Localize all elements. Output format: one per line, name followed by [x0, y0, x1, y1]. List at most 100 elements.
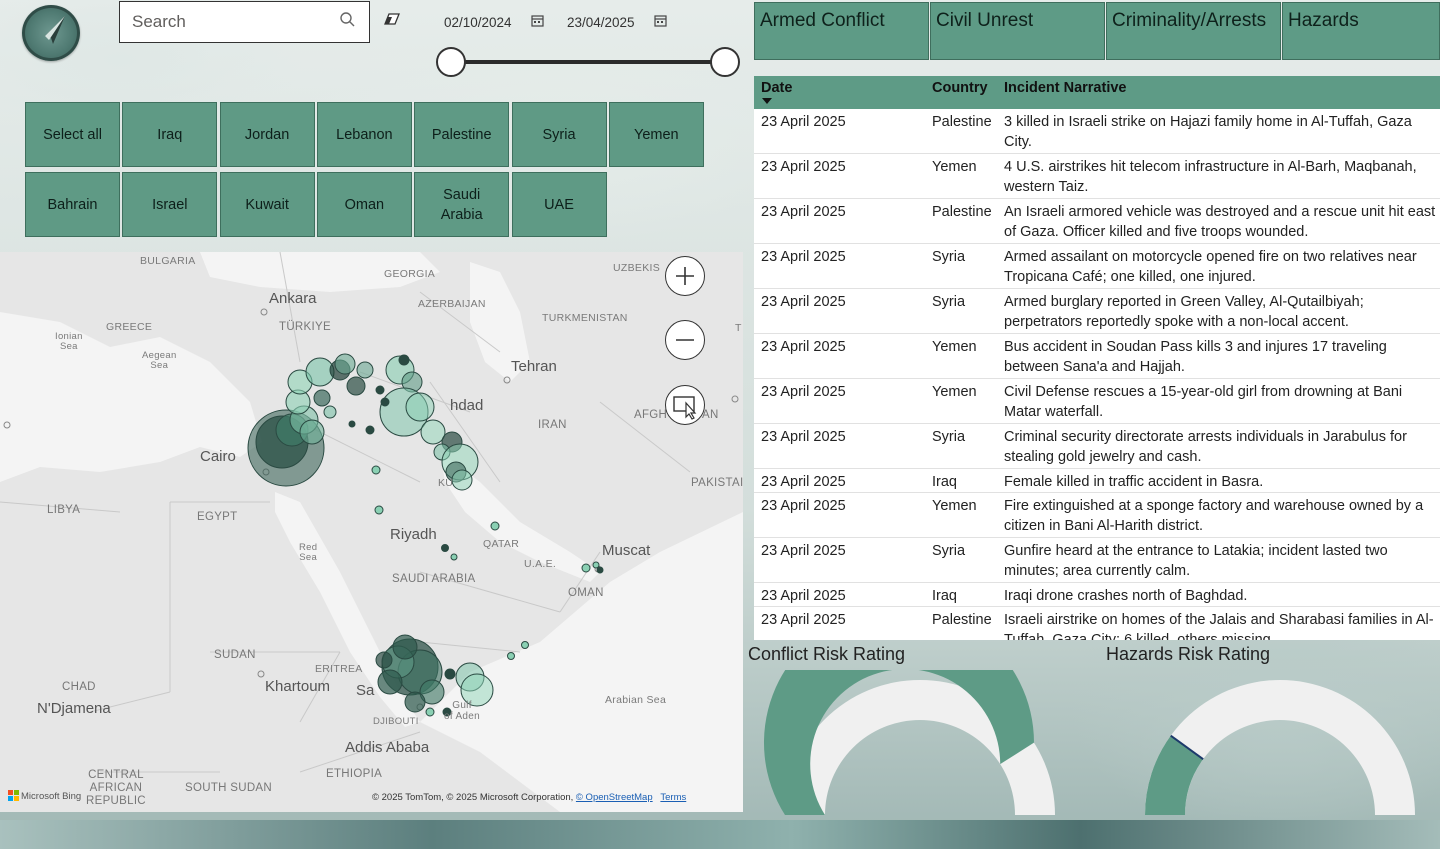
- start-date-input[interactable]: 02/10/2024: [444, 12, 512, 34]
- table-row[interactable]: 23 April 2025 Yemen Fire extinguished at a…: [754, 493, 1440, 538]
- column-header-narrative[interactable]: Incident Narrative: [1004, 80, 1127, 96]
- map-label: KU: [438, 477, 454, 489]
- search-input[interactable]: [120, 2, 335, 42]
- category-hazards-button[interactable]: Hazards: [1282, 2, 1440, 60]
- map-label: PAKISTAI: [691, 477, 743, 489]
- compass-needle-icon: [45, 16, 65, 44]
- cell-narrative: Female killed in traffic accident in Bas…: [1004, 474, 1264, 490]
- cell-country: Palestine: [932, 204, 992, 220]
- compass-logo: [22, 5, 80, 61]
- plus-icon: [676, 267, 694, 285]
- country-filter-select-all-button[interactable]: Select all: [25, 102, 120, 167]
- table-row[interactable]: 23 April 2025 Palestine 3 killed in Israel…: [754, 109, 1440, 154]
- map-label: Ankara: [269, 290, 317, 307]
- map-label: AZERBAIJAN: [418, 298, 486, 310]
- table-row[interactable]: 23 April 2025 Palestine Israeli airstrike …: [754, 607, 1440, 640]
- table-row[interactable]: 23 April 2025 Palestine An Israeli armored…: [754, 199, 1440, 244]
- cell-narrative: 4 U.S. airstrikes hit telecom infrastruc…: [1004, 159, 1417, 195]
- cell-country: Yemen: [932, 159, 977, 175]
- eraser-icon[interactable]: [383, 12, 401, 28]
- country-filter-yemen-button[interactable]: Yemen: [608, 102, 704, 167]
- attribution-text: © 2025 TomTom, © 2025 Microsoft Corporat…: [372, 792, 574, 803]
- cell-narrative: An Israeli armored vehicle was destroyed…: [1004, 204, 1436, 240]
- cell-date: 23 April 2025: [761, 474, 846, 490]
- table-row[interactable]: 23 April 2025 Yemen Civil Defense rescues …: [754, 379, 1440, 424]
- table-row[interactable]: 23 April 2025 Syria Armed burglary reporte…: [754, 289, 1440, 334]
- cell-country: Yemen: [932, 339, 977, 355]
- cell-narrative: 3 killed in Israeli strike on Hajazi fam…: [1004, 114, 1412, 150]
- table-row[interactable]: 23 April 2025 Syria Armed assailant on mot…: [754, 244, 1440, 289]
- cell-narrative: Bus accident in Soudan Pass kills 3 and …: [1004, 339, 1387, 375]
- cell-country: Iraq: [932, 588, 957, 604]
- category-criminality-arrests-button[interactable]: Criminality/Arrests: [1106, 2, 1281, 60]
- calendar-icon[interactable]: [654, 14, 667, 27]
- zoom-in-button[interactable]: [665, 256, 705, 296]
- country-filter-syria-button[interactable]: Syria: [511, 102, 607, 167]
- table-row[interactable]: 23 April 2025 Yemen Bus accident in Soudan…: [754, 334, 1440, 379]
- country-filter-jordan-button[interactable]: Jordan: [219, 102, 315, 167]
- category-civil-unrest-button[interactable]: Civil Unrest: [930, 2, 1105, 60]
- microsoft-logo-icon: [8, 790, 19, 801]
- map-label: QATAR: [483, 538, 520, 550]
- zoom-out-button[interactable]: [665, 320, 705, 360]
- map-label: Arabian Sea: [605, 694, 667, 706]
- cell-narrative: Armed burglary reported in Green Valley,…: [1004, 294, 1364, 330]
- map-basemap: [0, 252, 743, 812]
- table-header: Date Country Incident Narrative: [754, 76, 1440, 109]
- map-label: Sa: [356, 682, 375, 699]
- country-filter-oman-button[interactable]: Oman: [316, 172, 412, 237]
- map-label: Cairo: [200, 448, 236, 465]
- cell-country: Palestine: [932, 612, 992, 628]
- map-label: hdad: [450, 397, 484, 414]
- table-row[interactable]: 23 April 2025 Syria Criminal security dire…: [754, 424, 1440, 469]
- table-row[interactable]: 23 April 2025 Syria Gunfire heard at the e…: [754, 538, 1440, 583]
- map-label: N'Djamena: [37, 700, 111, 717]
- date-slider-track[interactable]: [451, 60, 725, 64]
- cell-country: Syria: [932, 294, 966, 310]
- country-filter-palestine-button[interactable]: Palestine: [414, 102, 510, 167]
- cell-country: Palestine: [932, 114, 992, 130]
- select-area-button[interactable]: [665, 385, 705, 425]
- map-label: ETHIOPIA: [326, 768, 383, 780]
- sort-descending-icon[interactable]: [762, 98, 772, 104]
- incident-map[interactable]: BULGARIA GEORGIA UZBEKIS Ankara AZERBAIJ…: [0, 252, 743, 812]
- cell-narrative: Criminal security directorate arrests in…: [1004, 429, 1407, 465]
- map-label: AFGH: [634, 409, 668, 421]
- risk-gauges: [763, 670, 1415, 815]
- country-filter-lebanon-button[interactable]: Lebanon: [316, 102, 412, 167]
- date-slider-start-handle[interactable]: [436, 47, 466, 77]
- map-label: Muscat: [602, 542, 651, 559]
- category-armed-conflict-button[interactable]: Armed Conflict: [754, 2, 929, 60]
- cell-date: 23 April 2025: [761, 114, 846, 130]
- terms-link[interactable]: Terms: [660, 792, 686, 803]
- cell-date: 23 April 2025: [761, 294, 846, 310]
- openstreetmap-link[interactable]: © OpenStreetMap: [576, 792, 653, 803]
- end-date-input[interactable]: 23/04/2025: [567, 12, 635, 34]
- select-cursor-icon: [673, 396, 697, 420]
- calendar-icon[interactable]: [531, 14, 544, 27]
- search-box[interactable]: [119, 1, 370, 43]
- cell-narrative: Iraqi drone crashes north of Baghdad.: [1004, 588, 1248, 604]
- map-label: SOUTH SUDAN: [185, 782, 273, 794]
- date-slider-end-handle[interactable]: [710, 47, 740, 77]
- country-filter-bahrain-button[interactable]: Bahrain: [25, 172, 120, 237]
- table-row[interactable]: 23 April 2025 Iraq Iraqi drone crashes nor…: [754, 583, 1440, 607]
- map-label: EGYPT: [197, 511, 238, 523]
- search-icon[interactable]: [339, 11, 357, 29]
- table-row[interactable]: 23 April 2025 Yemen 4 U.S. airstrikes hit …: [754, 154, 1440, 199]
- map-label: CHAD: [62, 681, 96, 693]
- hazards-risk-title: Hazards Risk Rating: [1106, 644, 1271, 664]
- country-filter-kuwait-button[interactable]: Kuwait: [219, 172, 315, 237]
- column-header-date[interactable]: Date: [761, 80, 792, 96]
- cell-narrative: Armed assailant on motorcycle opened fir…: [1004, 249, 1417, 285]
- incident-table[interactable]: Date Country Incident Narrative 23 April…: [754, 76, 1440, 640]
- table-row[interactable]: 23 April 2025 Iraq Female killed in traffi…: [754, 469, 1440, 493]
- cell-date: 23 April 2025: [761, 249, 846, 265]
- country-filter-uae-button[interactable]: UAE: [511, 172, 607, 237]
- column-header-country[interactable]: Country: [932, 80, 988, 96]
- map-label: Tehran: [511, 358, 557, 375]
- country-filter-iraq-button[interactable]: Iraq: [122, 102, 218, 167]
- cell-country: Yemen: [932, 498, 977, 514]
- country-filter-israel-button[interactable]: Israel: [122, 172, 218, 237]
- country-filter-saudi-arabia-button[interactable]: Saudi Arabia: [414, 172, 510, 237]
